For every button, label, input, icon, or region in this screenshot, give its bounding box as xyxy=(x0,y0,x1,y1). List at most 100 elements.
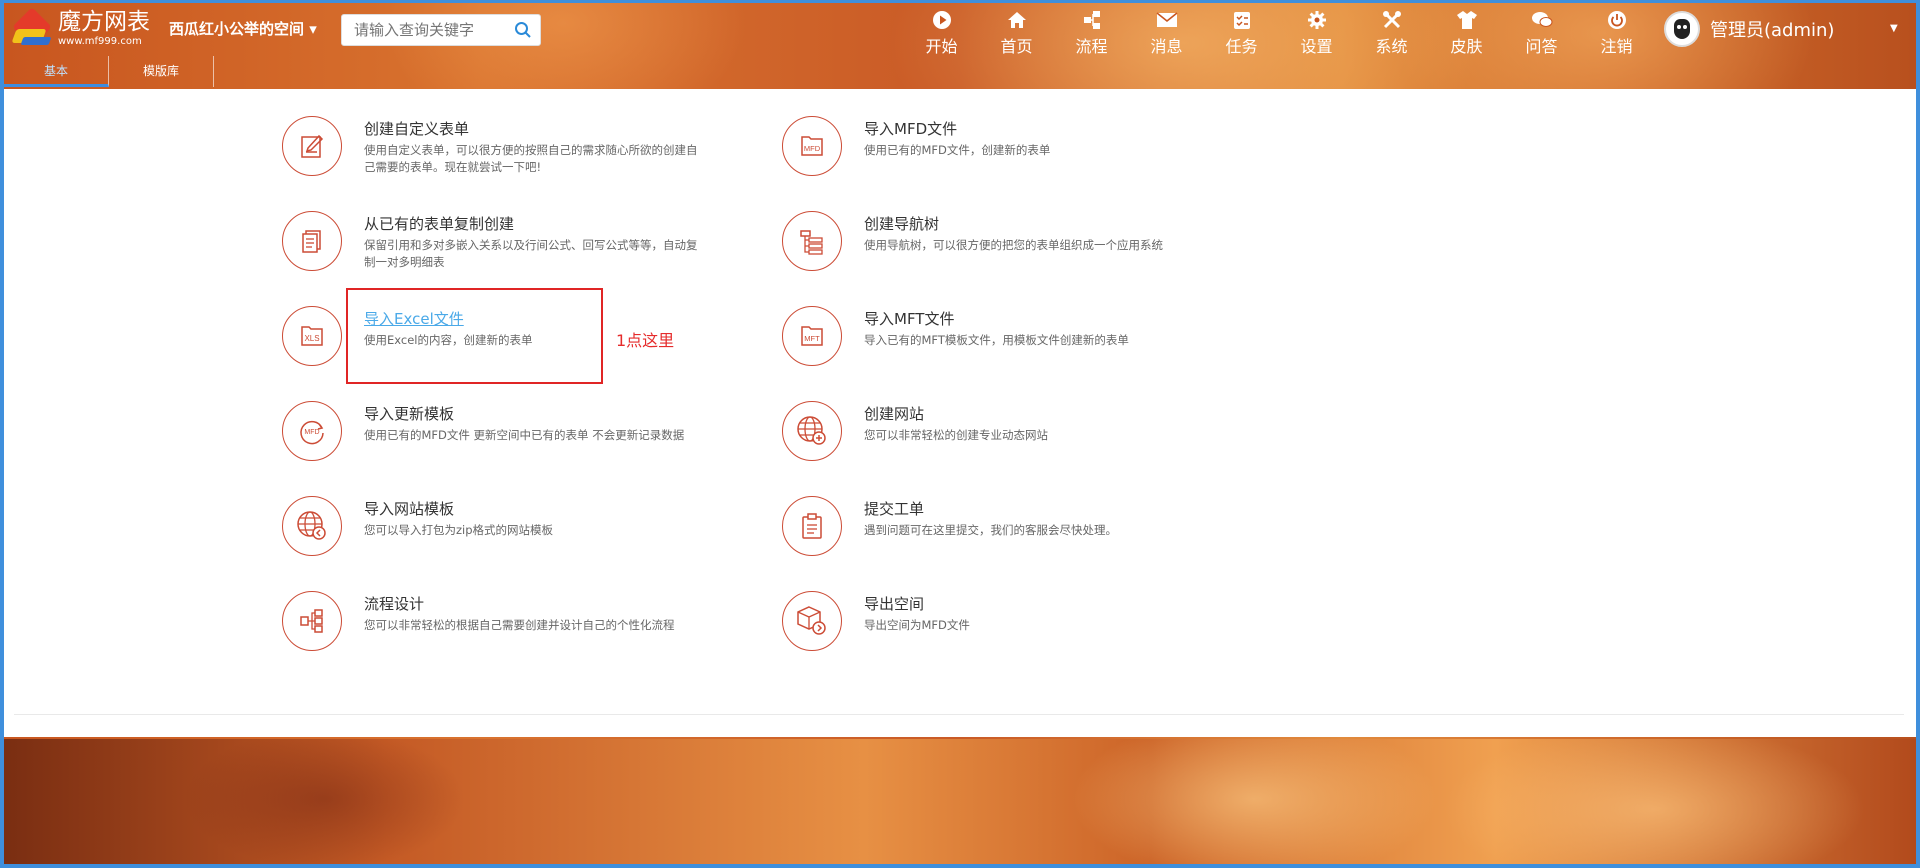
import-site-template-item[interactable]: 导入网站模板 您可以导入打包为zip格式的网站模板 xyxy=(282,496,762,566)
nav-label: 流程 xyxy=(1075,37,1108,56)
item-title: 创建导航树 xyxy=(864,215,940,233)
nav-label: 任务 xyxy=(1225,37,1258,56)
copy-form-item[interactable]: 从已有的表单复制创建 保留引用和多对多嵌入关系以及行间公式、回写公式等等，自动复… xyxy=(282,211,762,281)
item-title: 导入MFT文件 xyxy=(864,310,955,328)
item-desc: 您可以非常轻松的创建专业动态网站 xyxy=(864,428,1048,442)
clipboard-icon xyxy=(782,496,842,556)
logo[interactable]: 魔方网表 www.mf999.com xyxy=(11,7,150,49)
nav-home[interactable]: 首页 xyxy=(979,9,1054,57)
nav-skin[interactable]: 皮肤 xyxy=(1429,9,1504,57)
tab-bar: 基本 模版库 xyxy=(4,56,214,89)
item-desc: 使用已有的MFD文件 更新空间中已有的表单 不会更新记录数据 xyxy=(364,428,685,442)
flow-design-item[interactable]: 流程设计 您可以非常轻松的根据自己需要创建并设计自己的个性化流程 xyxy=(282,591,762,661)
nav-start[interactable]: 开始 xyxy=(904,9,979,57)
globe-plus-icon xyxy=(782,401,842,461)
chat-icon xyxy=(1504,9,1579,31)
nav-label: 设置 xyxy=(1300,37,1333,56)
nav-label: 注销 xyxy=(1600,37,1633,56)
chevron-down-icon[interactable]: ▼ xyxy=(1890,23,1898,34)
item-title: 创建网站 xyxy=(864,405,925,423)
nav-settings[interactable]: 设置 xyxy=(1279,9,1354,57)
nav-logout[interactable]: 注销 xyxy=(1579,9,1654,57)
submit-ticket-item[interactable]: 提交工单 遇到问题可在这里提交，我们的客服会尽快处理。 xyxy=(782,496,1262,566)
space-selector[interactable]: 西瓜红小公举的空间 ▾ xyxy=(169,18,317,39)
item-title: 导入更新模板 xyxy=(364,405,455,423)
item-desc: 您可以非常轻松的根据自己需要创建并设计自己的个性化流程 xyxy=(364,618,675,632)
divider xyxy=(14,714,1904,715)
import-mft-item[interactable]: MFT 导入MFT文件 导入已有的MFT模板文件，用模板文件创建新的表单 xyxy=(782,306,1262,376)
app-window: 魔方网表 www.mf999.com 西瓜红小公举的空间 ▾ 开始 首页 流程 xyxy=(0,0,1920,868)
user-name: 管理员(admin) xyxy=(1710,20,1835,41)
nav-flow[interactable]: 流程 xyxy=(1054,9,1129,57)
create-website-item[interactable]: 创建网站 您可以非常轻松的创建专业动态网站 xyxy=(782,401,1262,471)
avatar xyxy=(1664,11,1700,47)
power-icon xyxy=(1579,9,1654,31)
shirt-icon xyxy=(1429,9,1504,31)
svg-text:MFD: MFD xyxy=(804,144,821,153)
export-space-item[interactable]: 导出空间 导出空间为MFD文件 xyxy=(782,591,1262,661)
mfd-file-icon: MFD xyxy=(782,116,842,176)
item-desc: 导出空间为MFD文件 xyxy=(864,618,970,632)
tools-icon xyxy=(1354,9,1429,31)
box-export-icon xyxy=(782,591,842,651)
nav-tree-icon xyxy=(782,211,842,271)
mfd-refresh-icon: MFD xyxy=(282,401,342,461)
flow-icon xyxy=(1054,9,1129,31)
item-desc: 您可以导入打包为zip格式的网站模板 xyxy=(364,523,554,537)
nav-label: 问答 xyxy=(1525,37,1558,56)
gear-icon xyxy=(1279,9,1354,31)
item-title: 创建自定义表单 xyxy=(364,120,470,138)
nav-messages[interactable]: 消息 xyxy=(1129,9,1204,57)
item-title: 导出空间 xyxy=(864,595,925,613)
create-nav-tree-item[interactable]: 创建导航树 使用导航树，可以很方便的把您的表单组织成一个应用系统 xyxy=(782,211,1262,281)
item-desc: 导入已有的MFT模板文件，用模板文件创建新的表单 xyxy=(864,333,1129,347)
header: 魔方网表 www.mf999.com 西瓜红小公举的空间 ▾ 开始 首页 流程 xyxy=(4,3,1916,56)
nav-label: 皮肤 xyxy=(1450,37,1483,56)
user-menu[interactable]: 管理员(admin) xyxy=(1664,11,1834,47)
nav-label: 系统 xyxy=(1375,37,1408,56)
top-nav: 开始 首页 流程 消息 任务 设置 系统 皮肤 问答 注销 xyxy=(904,9,1654,57)
svg-text:XLS: XLS xyxy=(304,334,319,343)
nav-label: 消息 xyxy=(1150,37,1183,56)
mft-file-icon: MFT xyxy=(782,306,842,366)
tab-template-library[interactable]: 模版库 xyxy=(109,56,214,87)
search-input[interactable] xyxy=(352,15,516,45)
item-desc: 保留引用和多对多嵌入关系以及行间公式、回写公式等等，自动复制一对多明细表 xyxy=(364,238,698,269)
play-icon xyxy=(904,9,979,31)
flow-design-icon xyxy=(282,591,342,651)
import-update-template-item[interactable]: MFD 导入更新模板 使用已有的MFD文件 更新空间中已有的表单 不会更新记录数… xyxy=(282,401,762,471)
import-mfd-item[interactable]: MFD 导入MFD文件 使用已有的MFD文件，创建新的表单 xyxy=(782,116,1262,186)
nav-label: 开始 xyxy=(925,37,958,56)
form-edit-icon xyxy=(282,116,342,176)
copy-form-icon xyxy=(282,211,342,271)
svg-text:MFT: MFT xyxy=(804,334,820,343)
logo-text: 魔方网表 www.mf999.com xyxy=(58,11,150,47)
logo-mark-icon xyxy=(11,7,56,49)
item-title: 从已有的表单复制创建 xyxy=(364,215,515,233)
main-content: 创建自定义表单 使用自定义表单，可以很方便的按照自己的需求随心所欲的创建自己需要… xyxy=(4,89,1916,737)
item-desc: 遇到问题可在这里提交，我们的客服会尽快处理。 xyxy=(864,523,1117,537)
item-desc: 使用自定义表单，可以很方便的按照自己的需求随心所欲的创建自己需要的表单。现在就尝… xyxy=(364,143,698,174)
item-desc: 使用导航树，可以很方便的把您的表单组织成一个应用系统 xyxy=(864,238,1163,252)
search-icon[interactable] xyxy=(514,21,532,43)
item-title: 导入网站模板 xyxy=(364,500,455,518)
logo-url: www.mf999.com xyxy=(58,36,142,47)
item-desc: 使用已有的MFD文件，创建新的表单 xyxy=(864,143,1051,157)
globe-import-icon xyxy=(282,496,342,556)
tab-basic[interactable]: 基本 xyxy=(4,56,109,87)
nav-system[interactable]: 系统 xyxy=(1354,9,1429,57)
xls-file-icon: XLS xyxy=(282,306,342,366)
home-icon xyxy=(979,9,1054,31)
annotation-note: 1点这里 xyxy=(616,331,675,350)
item-title: 流程设计 xyxy=(364,595,425,613)
item-title: 导入MFD文件 xyxy=(864,120,958,138)
mail-icon xyxy=(1129,9,1204,31)
nav-qa[interactable]: 问答 xyxy=(1504,9,1579,57)
nav-label: 首页 xyxy=(1000,37,1033,56)
create-form-item[interactable]: 创建自定义表单 使用自定义表单，可以很方便的按照自己的需求随心所欲的创建自己需要… xyxy=(282,116,762,186)
search-box xyxy=(341,14,541,46)
nav-tasks[interactable]: 任务 xyxy=(1204,9,1279,57)
svg-text:MFD: MFD xyxy=(304,429,319,436)
logo-title: 魔方网表 xyxy=(58,9,150,35)
background-image xyxy=(4,739,1916,864)
